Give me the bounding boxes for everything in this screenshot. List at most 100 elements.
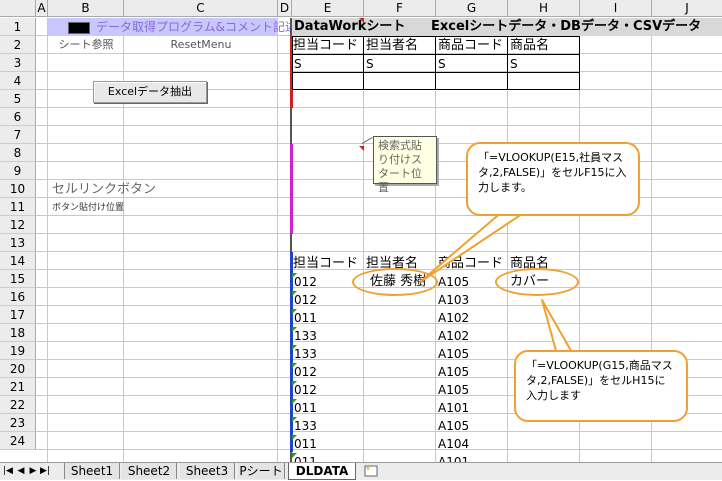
column-header-e[interactable]: E	[292, 0, 364, 17]
data-product-code-cell[interactable]: A103	[438, 291, 469, 309]
data-code-cell[interactable]: 011	[294, 453, 317, 462]
row-header-14[interactable]: 14	[0, 252, 36, 270]
tab-sheet3[interactable]: Sheet3	[180, 463, 235, 479]
top-table-border	[292, 36, 580, 90]
green-error-marker	[292, 381, 297, 386]
tab-dldata[interactable]: DLDATA	[288, 463, 356, 480]
row-header-10[interactable]: 10	[0, 180, 36, 198]
sheet-ref-label: シート参照	[58, 38, 114, 51]
column-header-j[interactable]: J	[652, 0, 722, 17]
row-header-18[interactable]: 18	[0, 324, 36, 342]
row-header-13[interactable]: 13	[0, 234, 36, 252]
green-error-marker	[292, 399, 297, 404]
data-code-cell[interactable]: 012	[294, 363, 317, 381]
data-code-cell[interactable]: 012	[294, 381, 317, 399]
data-product-code-cell[interactable]: A105	[438, 363, 469, 381]
tab-p-sheet1[interactable]: Pシート1	[238, 463, 285, 479]
cell-link-button-label: セルリンクボタン	[52, 182, 157, 197]
data-header-tantou-code: 担当コード	[293, 256, 359, 271]
row-header-9[interactable]: 9	[0, 162, 36, 180]
data-code-cell[interactable]: 133	[294, 345, 317, 363]
row-header-6[interactable]: 6	[0, 108, 36, 126]
row-header-3[interactable]: 3	[0, 54, 36, 72]
excel-extract-button[interactable]: Excelデータ抽出	[93, 81, 207, 103]
row-header-15[interactable]: 15	[0, 270, 36, 288]
column-header-i[interactable]: I	[580, 0, 652, 17]
select-all-corner[interactable]	[0, 0, 36, 17]
row-header-20[interactable]: 20	[0, 360, 36, 378]
data-product-code-cell[interactable]: A105	[438, 417, 469, 435]
row-header-22[interactable]: 22	[0, 396, 36, 414]
insert-sheet-icon[interactable]	[360, 463, 382, 479]
row-header-2[interactable]: 2	[0, 36, 36, 54]
top-table-line	[292, 54, 580, 55]
column-header-b[interactable]: B	[48, 0, 124, 17]
data-code-cell[interactable]: 011	[294, 435, 317, 453]
green-error-marker	[292, 363, 297, 368]
highlight-oval-h15	[495, 268, 579, 296]
data-product-code-cell[interactable]: A101	[438, 399, 469, 417]
next-sheet-icon[interactable]: ▶	[28, 464, 38, 478]
data-code-cell[interactable]: 011	[294, 399, 317, 417]
gridline-horizontal	[36, 305, 722, 306]
row-header-21[interactable]: 21	[0, 378, 36, 396]
data-product-code-cell[interactable]: A102	[438, 327, 469, 345]
title-bar-block-icon	[68, 22, 90, 34]
button-position-label: ボタン貼付け位置	[52, 203, 125, 213]
gridline-horizontal	[36, 449, 722, 450]
row-header-19[interactable]: 19	[0, 342, 36, 360]
data-code-cell[interactable]: 133	[294, 327, 317, 345]
row-header-23[interactable]: 23	[0, 414, 36, 432]
data-product-code-cell[interactable]: A102	[438, 309, 469, 327]
row-header-17[interactable]: 17	[0, 306, 36, 324]
column-header-a[interactable]: A	[36, 0, 48, 17]
row-header-1[interactable]: 1	[0, 18, 36, 36]
reset-menu-label: ResetMenu	[170, 38, 232, 51]
row-header-24[interactable]: 24	[0, 432, 36, 450]
green-error-marker	[292, 435, 297, 440]
last-sheet-icon[interactable]: ▶|	[40, 464, 50, 478]
column-header-c[interactable]: C	[124, 0, 278, 17]
row-header-11[interactable]: 11	[0, 198, 36, 216]
tab-sheet2[interactable]: Sheet2	[122, 463, 177, 479]
column-header-f[interactable]: F	[364, 0, 436, 17]
green-error-marker	[292, 345, 297, 350]
tab-sheet1[interactable]: Sheet1	[64, 463, 120, 479]
row-header-4[interactable]: 4	[0, 72, 36, 90]
callout-vlookup-h15: 「=VLOOKUP(G15,商品マスタ,2,FALSE)」をセルH15に入力しま…	[514, 350, 688, 422]
column-header-d[interactable]: D	[278, 0, 292, 17]
magenta-marker	[290, 144, 293, 234]
gridline-horizontal	[36, 323, 722, 324]
first-sheet-icon[interactable]: |◀	[3, 464, 13, 478]
excel-data-title: Excelシートデータ・DBデータ・CSVデータ	[431, 19, 702, 34]
top-table-line	[292, 72, 580, 73]
prev-sheet-icon[interactable]: ◀	[16, 464, 26, 478]
row-header-12[interactable]: 12	[0, 216, 36, 234]
data-product-code-cell[interactable]: A105	[438, 345, 469, 363]
spreadsheet-grid[interactable]: A B C D E F G H I J 1 2 3 4 5 6 7 8 9 10 11 12 13 14 1…	[0, 0, 722, 462]
green-error-marker	[292, 291, 297, 296]
gridline-horizontal	[36, 431, 722, 432]
data-code-cell[interactable]: 012	[294, 291, 317, 309]
data-product-code-cell[interactable]: A101	[438, 453, 469, 462]
row-header-7[interactable]: 7	[0, 126, 36, 144]
green-error-marker	[292, 309, 297, 314]
row-header-8[interactable]: 8	[0, 144, 36, 162]
data-code-cell[interactable]: 133	[294, 417, 317, 435]
row-header-5[interactable]: 5	[0, 90, 36, 108]
green-error-marker	[292, 327, 297, 332]
data-code-cell[interactable]: 012	[294, 273, 317, 291]
comment-red-marker-e1	[359, 18, 364, 23]
highlight-oval-f15	[352, 268, 438, 296]
gridline-horizontal	[36, 341, 722, 342]
data-product-code-cell[interactable]: A104	[438, 435, 469, 453]
comment-red-marker-e8	[359, 146, 364, 151]
data-product-code-cell[interactable]: A105	[438, 273, 469, 291]
data-code-cell[interactable]: 011	[294, 309, 317, 327]
sheet-tab-bar: |◀ ◀ ▶ ▶| Sheet1 Sheet2 Sheet3 Pシート1 DLD…	[0, 462, 722, 480]
column-header-g[interactable]: G	[436, 0, 508, 17]
row-header-16[interactable]: 16	[0, 288, 36, 306]
gridline-horizontal	[36, 125, 722, 126]
data-product-code-cell[interactable]: A105	[438, 381, 469, 399]
column-header-h[interactable]: H	[508, 0, 580, 17]
